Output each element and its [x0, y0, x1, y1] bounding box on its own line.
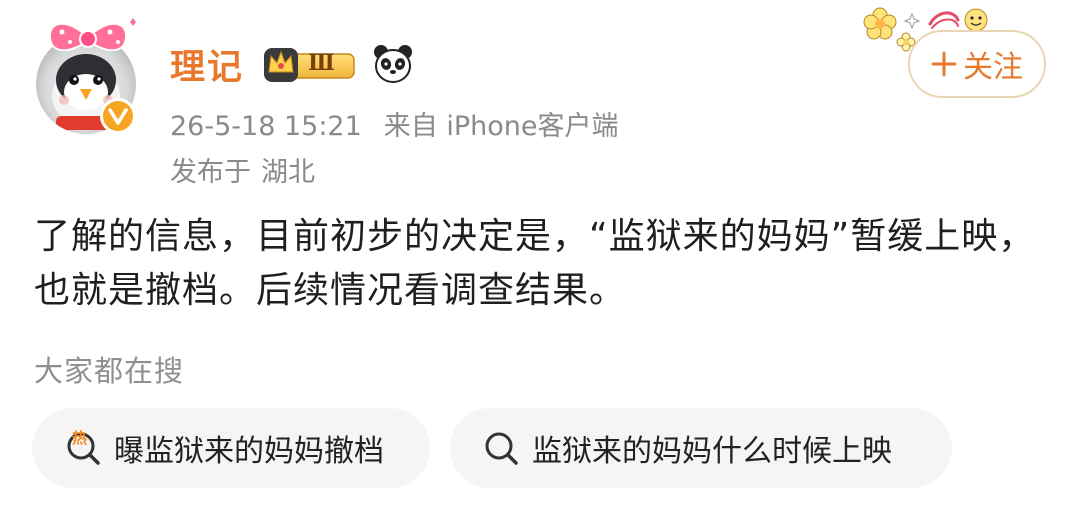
location-label: 发布于 [170, 157, 251, 188]
post-timestamp: 26-5-18 15:21 [170, 111, 362, 142]
bow-sticker-icon [48, 18, 136, 52]
related-search-chip[interactable]: 热 曝监狱来的妈妈撤档 [32, 408, 430, 488]
panda-badge-icon[interactable] [372, 43, 414, 85]
author-name[interactable]: 理记 [170, 39, 244, 90]
post-location: 发布于 湖北 [170, 150, 315, 189]
follow-label: 关注 [963, 50, 1023, 85]
hot-search-icon: 热 [64, 428, 104, 468]
hot-mark-text: 热 [72, 429, 88, 447]
search-icon [482, 428, 522, 468]
location-value: 湖北 [261, 157, 315, 188]
verified-badge-icon [100, 98, 136, 134]
follow-button[interactable]: 关注 [908, 30, 1046, 98]
post-body-text: 了解的信息，目前初步的决定是，“监狱来的妈妈”暂缓上映，也就是撤档。后续情况看调… [34, 216, 1036, 311]
related-searches-label: 大家都在搜 [34, 354, 185, 388]
crown-vip-badge[interactable]: Ⅲ [260, 42, 360, 86]
related-search-chip[interactable]: 监狱来的妈妈什么时候上映 [450, 408, 952, 488]
author-row: 理记 Ⅲ [170, 40, 414, 88]
post-meta: 26-5-18 15:21 来自 iPhone客户端 [170, 104, 619, 143]
related-search-text: 曝监狱来的妈妈撤档 [114, 434, 384, 469]
plus-icon [931, 51, 957, 77]
author-avatar-container[interactable] [34, 14, 144, 134]
post-source: 来自 iPhone客户端 [383, 111, 619, 142]
vip-level-text: Ⅲ [308, 50, 335, 76]
related-search-text: 监狱来的妈妈什么时候上映 [532, 434, 892, 469]
